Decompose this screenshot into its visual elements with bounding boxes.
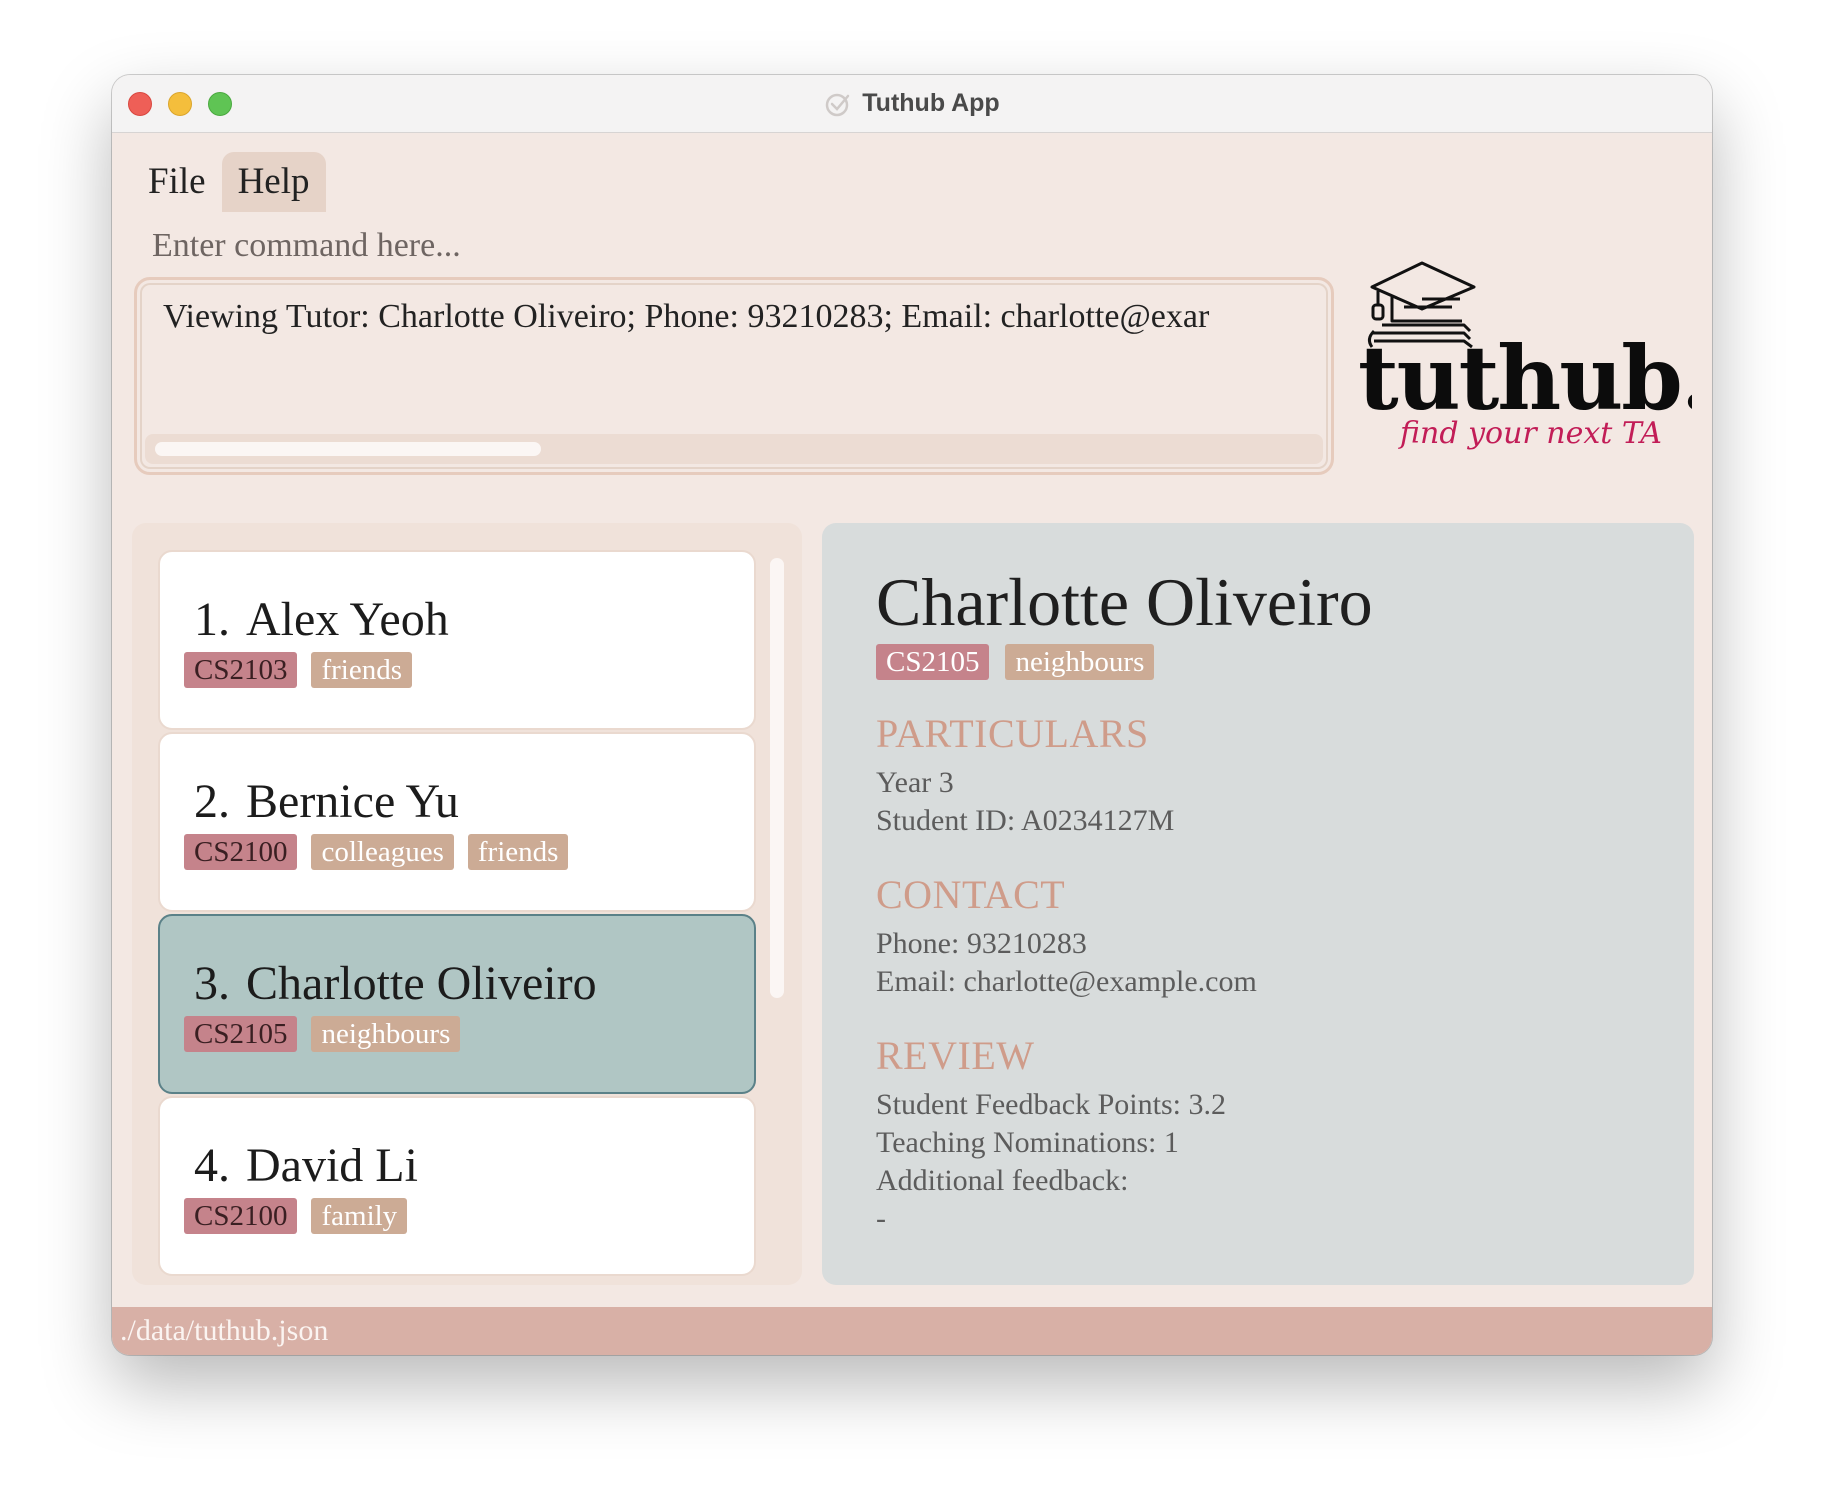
review-heading: REVIEW [876,1033,1035,1078]
result-text: Viewing Tutor: Charlotte Oliveiro; Phone… [163,298,1210,335]
detail-year: Year 3 [876,766,954,799]
menu-help[interactable]: Help [221,152,326,212]
detail-feedback-points: Student Feedback Points: 3.2 [876,1088,1226,1121]
detail-tag: neighbours [1005,644,1155,680]
tutor-card-name: 1. Alex Yeoh [194,592,449,647]
tutor-card-name: 3. Charlotte Oliveiro [194,956,597,1011]
tutor-index: 4. [194,1139,230,1192]
tutor-card[interactable]: 2. Bernice Yu CS2100 colleagues friends [158,732,756,912]
module-tag: CS2103 [184,652,298,688]
tutor-index: 1. [194,593,230,646]
detail-student-id: Student ID: A0234127M [876,804,1175,837]
menu-file[interactable]: File [132,152,222,212]
tutor-detail-panel: Charlotte Oliveiro CS2105 neighbours PAR… [822,523,1694,1285]
tutor-tags: CS2100 family [184,1198,408,1234]
tutor-name: Charlotte Oliveiro [246,957,597,1010]
detail-email: Email: charlotte@example.com [876,965,1257,998]
tutor-tags: CS2100 colleagues friends [184,834,569,870]
title-bar: Tuthub App [112,75,1712,133]
tutor-card-selected[interactable]: 3. Charlotte Oliveiro CS2105 neighbours [158,914,756,1094]
tuthub-logo: tuthub. find your next TA [1358,261,1692,451]
tutor-tag: friends [467,834,569,870]
tutor-index: 3. [194,957,230,1010]
tutor-name: David Li [246,1139,418,1192]
app-check-icon [826,93,850,116]
tutor-index: 2. [194,775,230,828]
command-input[interactable]: Enter command here... [152,221,1302,271]
result-display[interactable]: Viewing Tutor: Charlotte Oliveiro; Phone… [134,277,1334,475]
detail-tags: CS2105 neighbours [876,644,1155,680]
particulars-heading: PARTICULARS [876,711,1149,756]
tutor-name: Bernice Yu [246,775,459,828]
tutor-tags: CS2103 friends [184,652,413,688]
window-title: Tuthub App [112,75,1712,132]
tutor-tag: family [311,1198,408,1234]
detail-additional-feedback-value: - [876,1202,886,1235]
app-window: Tuthub App File Help Enter command here.… [112,75,1712,1355]
tutor-card[interactable]: 4. David Li CS2100 family [158,1096,756,1276]
tutor-tag: colleagues [311,834,454,870]
result-horizontal-scrollbar[interactable] [145,434,1323,464]
detail-phone: Phone: 93210283 [876,927,1087,960]
detail-name: Charlotte Oliveiro [876,564,1373,640]
detail-nominations: Teaching Nominations: 1 [876,1126,1179,1159]
logo-wordmark: tuthub. [1358,326,1692,430]
tutor-card-name: 4. David Li [194,1138,418,1193]
detail-additional-feedback: Additional feedback: [876,1164,1129,1197]
module-tag: CS2105 [184,1016,298,1052]
status-bar: ./data/tuthub.json [112,1307,1712,1355]
logo-tagline: find your next TA [1398,416,1662,451]
window-title-text: Tuthub App [862,89,1000,117]
contact-heading: CONTACT [876,872,1066,917]
data-file-path: ./data/tuthub.json [120,1314,329,1347]
module-tag: CS2100 [184,834,298,870]
tutor-list-scrollbar[interactable] [770,558,784,998]
menu-bar: File Help [132,152,326,212]
tutor-tag: neighbours [311,1016,461,1052]
tutor-tags: CS2105 neighbours [184,1016,461,1052]
module-tag: CS2100 [184,1198,298,1234]
tutor-card-name: 2. Bernice Yu [194,774,459,829]
result-scroll-thumb[interactable] [155,442,541,456]
tutor-name: Alex Yeoh [246,593,449,646]
detail-module-tag: CS2105 [876,644,990,680]
tutor-card[interactable]: 1. Alex Yeoh CS2103 friends [158,550,756,730]
tutor-list-panel: 1. Alex Yeoh CS2103 friends 2. Bernice Yu … [132,523,802,1285]
tutor-tag: friends [311,652,413,688]
